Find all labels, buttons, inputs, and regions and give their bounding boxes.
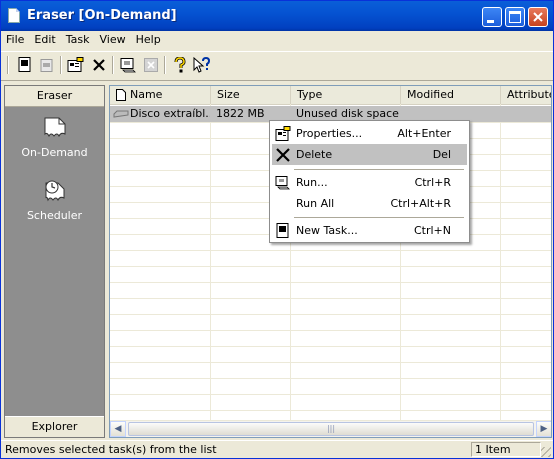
properties-icon — [67, 57, 84, 72]
new-task-button[interactable] — [15, 55, 35, 75]
sidebar-item-label: On-Demand — [21, 146, 88, 159]
scroll-thumb[interactable]: ||| — [128, 422, 534, 436]
menu-item-label: Properties... — [296, 127, 363, 140]
arrow-left-icon: ◀ — [114, 424, 122, 434]
menu-item-shortcut: Del — [432, 148, 451, 161]
menu-separator — [294, 217, 464, 218]
document-icon — [116, 89, 126, 101]
menu-bar: File Edit Task View Help — [1, 31, 553, 50]
grid-line — [110, 362, 551, 363]
properties-icon — [275, 126, 291, 141]
grid-line — [110, 314, 551, 315]
properties-button[interactable] — [66, 55, 86, 75]
column-size[interactable]: Size — [211, 86, 291, 104]
stop-button[interactable] — [141, 55, 161, 75]
toolbar-separator — [60, 56, 62, 74]
menu-task[interactable]: Task — [61, 31, 95, 50]
grid-line — [110, 410, 551, 411]
window-title: Eraser [On-Demand] — [27, 8, 177, 23]
grid-line — [110, 346, 551, 347]
menu-separator — [294, 169, 464, 170]
disabled-doc-icon — [40, 59, 53, 72]
sidebar: Eraser On-Demand Scheduler Explorer — [4, 85, 105, 438]
arrow-right-icon: ▶ — [540, 424, 548, 434]
sidebar-item-scheduler[interactable]: Scheduler — [5, 179, 104, 222]
context-help-button[interactable] — [192, 55, 212, 75]
disabled-doc-button[interactable] — [37, 55, 57, 75]
sidebar-item-on-demand[interactable]: On-Demand — [5, 116, 104, 159]
delete-icon — [93, 59, 105, 71]
menu-item-label: Delete — [296, 148, 333, 161]
resize-grip-icon[interactable] — [541, 447, 551, 457]
context-help-icon — [193, 57, 211, 73]
grid-line — [110, 298, 551, 299]
delete-icon — [276, 148, 290, 162]
toolbar — [1, 51, 553, 81]
sidebar-footer[interactable]: Explorer — [5, 416, 104, 437]
stop-icon — [144, 58, 158, 72]
help-icon — [174, 57, 186, 73]
menu-item-shortcut: Alt+Enter — [397, 127, 451, 140]
menu-edit[interactable]: Edit — [29, 31, 60, 50]
column-attributes[interactable]: Attributes — [501, 86, 551, 104]
column-type[interactable]: Type — [291, 86, 401, 104]
horizontal-scrollbar[interactable]: ◀ ||| ▶ — [110, 420, 551, 437]
grid-line — [110, 378, 551, 379]
eraser-window: Eraser [On-Demand] File Edit Task View Help — [0, 0, 554, 459]
title-bar[interactable]: Eraser [On-Demand] — [1, 1, 553, 31]
help-button[interactable] — [170, 55, 190, 75]
new-task-icon — [276, 223, 289, 238]
grid-line — [110, 282, 551, 283]
grid-line — [210, 104, 211, 421]
delete-button[interactable] — [89, 55, 109, 75]
close-icon — [533, 12, 543, 22]
menu-item-properties[interactable]: Properties... Alt+Enter — [272, 123, 467, 144]
status-message: Removes selected task(s) from the list — [5, 443, 217, 456]
menu-help[interactable]: Help — [131, 31, 166, 50]
column-name-label: Name — [130, 88, 163, 101]
menu-item-new-task[interactable]: New Task... Ctrl+N — [272, 220, 467, 241]
maximize-button[interactable] — [505, 7, 525, 27]
menu-item-shortcut: Ctrl+R — [414, 176, 451, 189]
column-name[interactable]: Name — [110, 86, 211, 104]
menu-item-label: New Task... — [296, 224, 358, 237]
grid-line — [110, 330, 551, 331]
grid-line — [500, 104, 501, 421]
run-icon — [120, 58, 136, 73]
grid-line — [110, 250, 551, 251]
menu-view[interactable]: View — [94, 31, 130, 50]
scheduler-icon — [45, 180, 64, 202]
run-icon — [275, 176, 290, 190]
sidebar-header[interactable]: Eraser — [5, 86, 104, 107]
on-demand-icon — [44, 117, 65, 138]
list-header: Name Size Type Modified Attributes — [110, 86, 551, 105]
close-button[interactable] — [528, 7, 548, 27]
grid-line — [110, 394, 551, 395]
toolbar-separator — [112, 56, 114, 74]
menu-item-label: Run All — [296, 197, 335, 210]
cell-attributes — [500, 106, 551, 122]
column-modified[interactable]: Modified — [401, 86, 501, 104]
menu-item-run[interactable]: Run... Ctrl+R — [272, 172, 467, 193]
cell-name: Disco extraíbl... — [130, 107, 210, 120]
menu-item-label: Run... — [296, 176, 328, 189]
toolbar-grip — [7, 56, 9, 74]
new-task-icon — [18, 57, 31, 72]
minimize-button[interactable] — [482, 7, 502, 27]
menu-file[interactable]: File — [1, 31, 29, 50]
grid-line — [110, 266, 551, 267]
context-menu: Properties... Alt+Enter Delete Del Run..… — [269, 120, 470, 243]
scroll-left-button[interactable]: ◀ — [110, 421, 126, 437]
menu-item-shortcut: Ctrl+N — [413, 224, 451, 237]
sidebar-item-label: Scheduler — [26, 209, 83, 222]
scroll-right-button[interactable]: ▶ — [536, 421, 551, 437]
menu-item-run-all[interactable]: Run All Ctrl+Alt+R — [272, 193, 467, 214]
run-button[interactable] — [118, 55, 138, 75]
menu-item-delete[interactable]: Delete Del — [272, 144, 467, 165]
status-bar: Removes selected task(s) from the list 1… — [1, 440, 553, 459]
menu-item-shortcut: Ctrl+Alt+R — [390, 197, 451, 210]
item-count: 1 Item — [471, 442, 541, 457]
app-document-icon — [8, 8, 20, 23]
toolbar-separator — [164, 56, 166, 74]
